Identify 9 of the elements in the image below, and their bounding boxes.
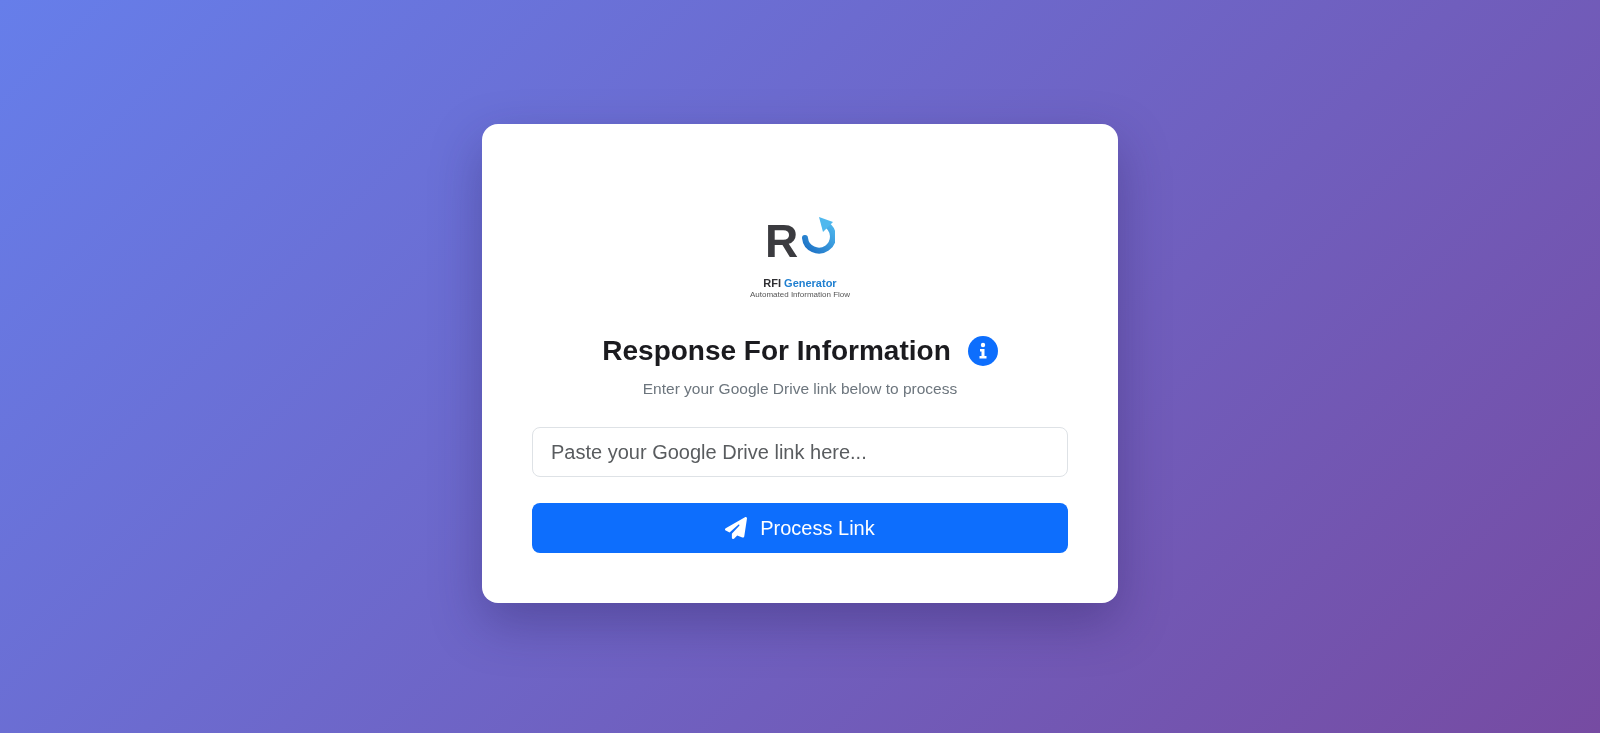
logo-letter: R (764, 218, 799, 264)
page-title: Response For Information (602, 334, 951, 368)
subtitle-text: Enter your Google Drive link below to process (641, 379, 959, 399)
link-input-field[interactable]: Paste your Google Drive link here... (532, 427, 1068, 477)
info-icon[interactable] (967, 335, 998, 366)
logo-wordmark: RFI Generator (763, 277, 837, 289)
paper-plane-icon (725, 517, 748, 539)
logo-tagline: Automated Information Flow (749, 290, 850, 299)
process-link-button[interactable]: Process Link (532, 503, 1068, 553)
